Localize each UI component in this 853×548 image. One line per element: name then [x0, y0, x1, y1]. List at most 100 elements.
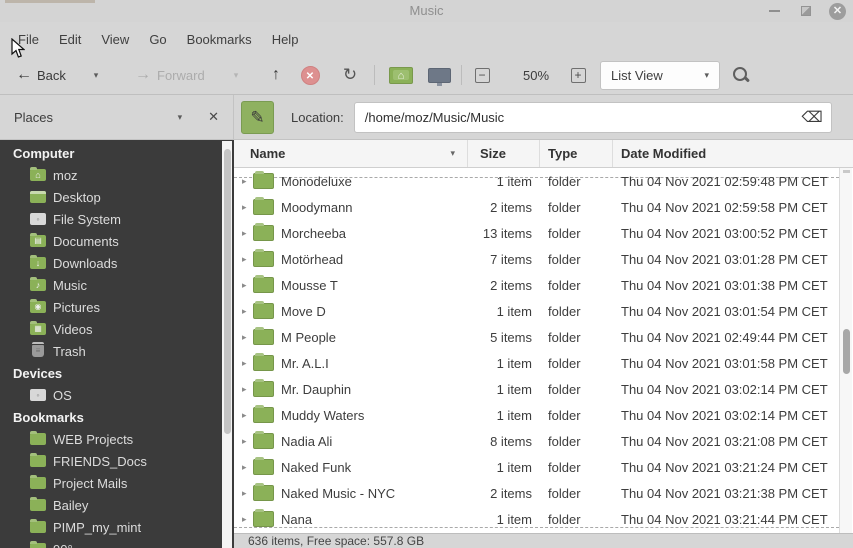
column-header-name[interactable]: Name ▾	[234, 140, 468, 167]
sidebar-item[interactable]: Downloads	[0, 252, 234, 274]
sidebar-item[interactable]: Trash	[0, 340, 234, 362]
file-size: 1 item	[496, 303, 532, 319]
expander-icon[interactable]: ▸	[242, 358, 253, 369]
menu-item[interactable]: Go	[139, 28, 176, 51]
sidebar-item[interactable]: File System	[0, 208, 234, 230]
file-date-modified: Thu 04 Nov 2021 03:21:24 PM CET	[621, 459, 828, 475]
sidebar-item[interactable]: moz	[0, 164, 234, 186]
sidebar-item-icon	[32, 342, 44, 357]
places-dropdown-caret-icon[interactable]: ▾	[178, 112, 183, 123]
sidebar-item[interactable]: Project Mails	[0, 472, 234, 494]
expander-icon[interactable]: ▸	[242, 176, 253, 187]
sidebar-scrollbar-thumb[interactable]	[223, 149, 231, 434]
expander-icon[interactable]: ▸	[242, 254, 253, 265]
expander-icon[interactable]: ▸	[242, 384, 253, 395]
expander-icon[interactable]: ▸	[242, 436, 253, 447]
sidebar-item[interactable]: 90°	[0, 538, 234, 548]
table-row[interactable]: ▸ Mr. A.L.I 1 item folder Thu 04 Nov 202…	[234, 350, 853, 376]
expander-icon[interactable]: ▸	[242, 488, 253, 499]
toolbar-separator	[461, 65, 462, 85]
sidebar-item-icon	[30, 431, 46, 445]
menu-item[interactable]: View	[91, 28, 139, 51]
table-row[interactable]: ▸ Motörhead 7 items folder Thu 04 Nov 20…	[234, 246, 853, 272]
sidebar-item[interactable]: FRIENDS_Docs	[0, 450, 234, 472]
list-scrollbar-thumb[interactable]	[843, 329, 850, 374]
column-header-type[interactable]: Type	[540, 140, 613, 167]
file-name: Naked Funk	[281, 459, 352, 475]
sidebar-item-label: FRIENDS_Docs	[53, 453, 147, 469]
expander-icon[interactable]: ▸	[242, 280, 253, 291]
stop-icon[interactable]: ✕	[300, 65, 320, 85]
refresh-icon[interactable]: ↻	[341, 56, 359, 94]
file-date-modified: Thu 04 Nov 2021 03:01:38 PM CET	[621, 277, 828, 293]
table-row[interactable]: ▸ Monodeluxe 1 item folder Thu 04 Nov 20…	[234, 168, 853, 194]
zoom-out-button[interactable]: −	[474, 67, 490, 83]
sidebar-item[interactable]: Computer	[0, 142, 234, 164]
home-folder-icon[interactable]	[389, 66, 413, 84]
menu-item[interactable]: Bookmarks	[177, 28, 262, 51]
folder-icon	[253, 483, 274, 501]
expander-icon[interactable]: ▸	[242, 306, 253, 317]
back-history-caret-icon[interactable]: ▾	[90, 56, 102, 94]
forward-button[interactable]: Forward	[157, 56, 205, 94]
table-row[interactable]: ▸ Morcheeba 13 items folder Thu 04 Nov 2…	[234, 220, 853, 246]
table-row[interactable]: ▸ Naked Music - NYC 2 items folder Thu 0…	[234, 480, 853, 506]
sidebar-item[interactable]: Documents	[0, 230, 234, 252]
sidebar-item[interactable]: Pictures	[0, 296, 234, 318]
sidebar-item[interactable]: PIMP_my_mint	[0, 516, 234, 538]
edit-location-button[interactable]: ✎	[241, 100, 274, 134]
table-row[interactable]: ▸ Mr. Dauphin 1 item folder Thu 04 Nov 2…	[234, 376, 853, 402]
sidebar-item[interactable]: Music	[0, 274, 234, 296]
table-row[interactable]: ▸ Muddy Waters 1 item folder Thu 04 Nov …	[234, 402, 853, 428]
table-row[interactable]: ▸ Moodymann 2 items folder Thu 04 Nov 20…	[234, 194, 853, 220]
expander-icon[interactable]: ▸	[242, 410, 253, 421]
table-row[interactable]: ▸ Mousse T 2 items folder Thu 04 Nov 202…	[234, 272, 853, 298]
search-icon[interactable]	[732, 66, 750, 84]
sidebar-item[interactable]: WEB Projects	[0, 428, 234, 450]
list-scrollbar-stepper[interactable]	[843, 170, 850, 173]
expander-icon[interactable]: ▸	[242, 332, 253, 343]
location-input[interactable]: /home/moz/Music/Music ⌫	[353, 101, 832, 133]
sidebar-scrollbar[interactable]	[222, 141, 232, 548]
folder-icon	[253, 379, 274, 397]
sidebar-item[interactable]: Desktop	[0, 186, 234, 208]
list-scrollbar[interactable]	[839, 168, 852, 533]
places-close-icon[interactable]: ✕	[208, 109, 219, 125]
table-row[interactable]: ▸ M People 5 items folder Thu 04 Nov 202…	[234, 324, 853, 350]
column-header-size[interactable]: Size	[468, 140, 540, 167]
sidebar-item[interactable]: Bookmarks	[0, 406, 234, 428]
file-name-cell: ▸ Morcheeba	[234, 223, 468, 241]
sidebar-item[interactable]: Bailey	[0, 494, 234, 516]
expander-icon[interactable]: ▸	[242, 202, 253, 213]
forward-arrow-icon[interactable]: →	[133, 56, 153, 94]
up-button[interactable]: ↑	[266, 56, 286, 94]
column-header-date-modified[interactable]: Date Modified	[613, 140, 853, 167]
file-date-modified: Thu 04 Nov 2021 02:59:58 PM CET	[621, 199, 828, 215]
expander-icon[interactable]: ▸	[242, 228, 253, 239]
forward-history-caret-icon[interactable]: ▾	[230, 56, 242, 94]
file-name: M People	[281, 329, 336, 345]
file-type: folder	[548, 329, 581, 345]
minimize-button[interactable]	[769, 10, 780, 12]
clear-location-icon[interactable]: ⌫	[802, 108, 823, 126]
menu-item[interactable]: Help	[262, 28, 309, 51]
menu-item[interactable]: Edit	[49, 28, 91, 51]
table-row[interactable]: ▸ Nana 1 item folder Thu 04 Nov 2021 03:…	[234, 506, 853, 532]
table-row[interactable]: ▸ Naked Funk 1 item folder Thu 04 Nov 20…	[234, 454, 853, 480]
expander-icon[interactable]: ▸	[242, 462, 253, 473]
expander-icon[interactable]: ▸	[242, 514, 253, 525]
folder-icon	[253, 405, 274, 423]
back-button[interactable]: Back	[37, 56, 66, 94]
sidebar-item[interactable]: Devices	[0, 362, 234, 384]
close-button[interactable]: ✕	[829, 3, 846, 20]
view-mode-dropdown[interactable]: List View ▾	[600, 61, 720, 90]
table-row[interactable]: ▸ Move D 1 item folder Thu 04 Nov 2021 0…	[234, 298, 853, 324]
zoom-in-button[interactable]: +	[570, 67, 586, 83]
file-name-cell: ▸ Move D	[234, 301, 468, 319]
restore-button[interactable]	[801, 6, 811, 16]
back-arrow-icon[interactable]: ←	[14, 56, 34, 94]
table-row[interactable]: ▸ Nadia Ali 8 items folder Thu 04 Nov 20…	[234, 428, 853, 454]
sidebar-item[interactable]: Videos	[0, 318, 234, 340]
sidebar-item[interactable]: OS	[0, 384, 234, 406]
computer-icon[interactable]	[427, 67, 451, 86]
